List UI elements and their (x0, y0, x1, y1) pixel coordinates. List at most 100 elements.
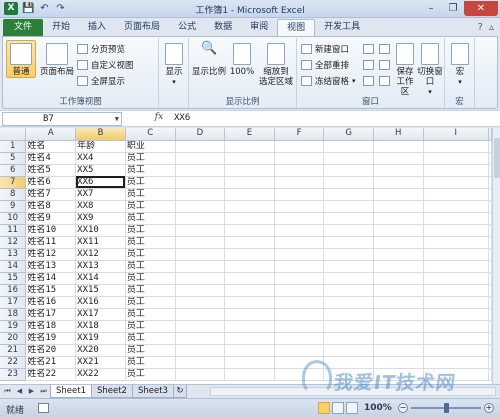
page-break-preview-button[interactable]: 分页预览 (77, 42, 125, 56)
cell[interactable] (373, 320, 424, 333)
prev-sheet-icon[interactable]: ◀ (14, 386, 25, 397)
cell[interactable] (373, 260, 424, 273)
cell[interactable]: XX17 (75, 308, 126, 321)
row-header[interactable]: 1 (0, 140, 27, 153)
cell[interactable] (373, 356, 424, 369)
cell[interactable]: 姓名5 (25, 164, 77, 177)
cell[interactable] (423, 272, 490, 285)
cell[interactable]: 员工 (125, 200, 176, 213)
cell[interactable] (373, 368, 424, 381)
row-header[interactable]: 9 (0, 200, 27, 213)
cell[interactable] (274, 368, 325, 381)
new-window-button[interactable]: 新建窗口 (301, 42, 349, 56)
cell[interactable] (175, 308, 226, 321)
page-layout-button[interactable]: 页面布局 (39, 40, 75, 77)
cell[interactable] (175, 272, 226, 285)
reset-position-button[interactable] (379, 74, 390, 88)
cell[interactable] (323, 152, 374, 165)
cell[interactable] (224, 164, 275, 177)
cell[interactable] (175, 212, 226, 225)
cell[interactable] (423, 188, 490, 201)
zoom-in-icon[interactable]: + (484, 403, 494, 413)
cell[interactable]: XX20 (75, 344, 126, 357)
custom-view-button[interactable]: 自定义视图 (77, 58, 134, 72)
macro-record-icon[interactable] (38, 403, 49, 413)
cell[interactable] (423, 140, 490, 153)
cell[interactable]: XX18 (75, 320, 126, 333)
cell[interactable] (373, 200, 424, 213)
last-sheet-icon[interactable]: ⏭ (38, 386, 49, 397)
row-header[interactable]: 10 (0, 212, 27, 225)
full-screen-button[interactable]: 全屏显示 (77, 74, 125, 88)
cell[interactable]: 员工 (125, 260, 176, 273)
cell[interactable] (423, 284, 490, 297)
cell[interactable] (323, 368, 374, 381)
cell[interactable]: 姓名4 (25, 152, 77, 165)
cell[interactable] (175, 164, 226, 177)
cell[interactable] (323, 212, 374, 225)
split-button[interactable] (363, 42, 374, 56)
cell[interactable]: 姓名10 (25, 224, 77, 237)
row-header[interactable]: 15 (0, 272, 27, 285)
cell[interactable]: 员工 (125, 332, 176, 345)
cell[interactable]: 员工 (125, 308, 176, 321)
cell[interactable] (323, 224, 374, 237)
cell[interactable]: 姓名16 (25, 296, 77, 309)
cell[interactable] (274, 152, 325, 165)
cell[interactable]: 员工 (125, 152, 176, 165)
cell[interactable] (224, 356, 275, 369)
sheet-tab[interactable]: Sheet1 (50, 385, 92, 398)
normal-view-icon[interactable] (318, 402, 330, 414)
cell[interactable] (423, 164, 490, 177)
cell[interactable] (224, 260, 275, 273)
cell[interactable]: XX6 (75, 176, 126, 189)
cell[interactable] (175, 224, 226, 237)
cell[interactable] (323, 320, 374, 333)
sheet-tab[interactable]: Sheet3 (131, 385, 174, 398)
cell[interactable] (373, 308, 424, 321)
macros-button[interactable]: 宏 ▾ (449, 40, 471, 87)
cell[interactable] (423, 332, 490, 345)
column-header[interactable]: B (75, 128, 126, 141)
cell[interactable] (274, 200, 325, 213)
column-header[interactable]: I (423, 128, 490, 141)
cell[interactable]: 姓名7 (25, 188, 77, 201)
cell[interactable] (175, 236, 226, 249)
cell[interactable] (373, 344, 424, 357)
row-header[interactable]: 12 (0, 236, 27, 249)
cell[interactable]: XX12 (75, 248, 126, 261)
cell[interactable] (423, 368, 490, 381)
cell[interactable]: 姓名11 (25, 236, 77, 249)
cell[interactable]: 员工 (125, 188, 176, 201)
sync-scroll-button[interactable] (379, 58, 390, 72)
cell[interactable]: XX9 (75, 212, 126, 225)
row-header[interactable]: 17 (0, 296, 27, 309)
cell[interactable]: XX5 (75, 164, 126, 177)
cell[interactable]: 姓名15 (25, 284, 77, 297)
cell[interactable]: 姓名12 (25, 248, 77, 261)
cell[interactable]: 姓名19 (25, 332, 77, 345)
restore-icon[interactable]: ❐ (442, 1, 464, 16)
cell[interactable] (274, 188, 325, 201)
page-layout-view-icon[interactable] (332, 402, 344, 414)
cell[interactable] (224, 188, 275, 201)
minimize-icon[interactable]: – (420, 1, 442, 16)
cell[interactable] (373, 296, 424, 309)
cell[interactable] (274, 332, 325, 345)
help-icon[interactable]: ? (478, 19, 483, 36)
formula-input[interactable]: XX6 (174, 113, 190, 123)
zoom-knob[interactable] (444, 403, 449, 413)
first-sheet-icon[interactable]: ⏮ (2, 386, 13, 397)
column-header[interactable]: E (224, 128, 275, 141)
cell[interactable]: XX21 (75, 356, 126, 369)
cell[interactable] (373, 248, 424, 261)
cell[interactable] (373, 164, 424, 177)
cell[interactable] (224, 272, 275, 285)
cell[interactable] (373, 272, 424, 285)
tab-8[interactable]: 开发工具 (315, 19, 369, 36)
cell[interactable] (323, 188, 374, 201)
minimize-ribbon-icon[interactable]: ▵ (489, 19, 494, 36)
name-box[interactable]: B7 ▼ (2, 112, 122, 126)
cell[interactable]: 姓名9 (25, 212, 77, 225)
cell[interactable] (224, 332, 275, 345)
